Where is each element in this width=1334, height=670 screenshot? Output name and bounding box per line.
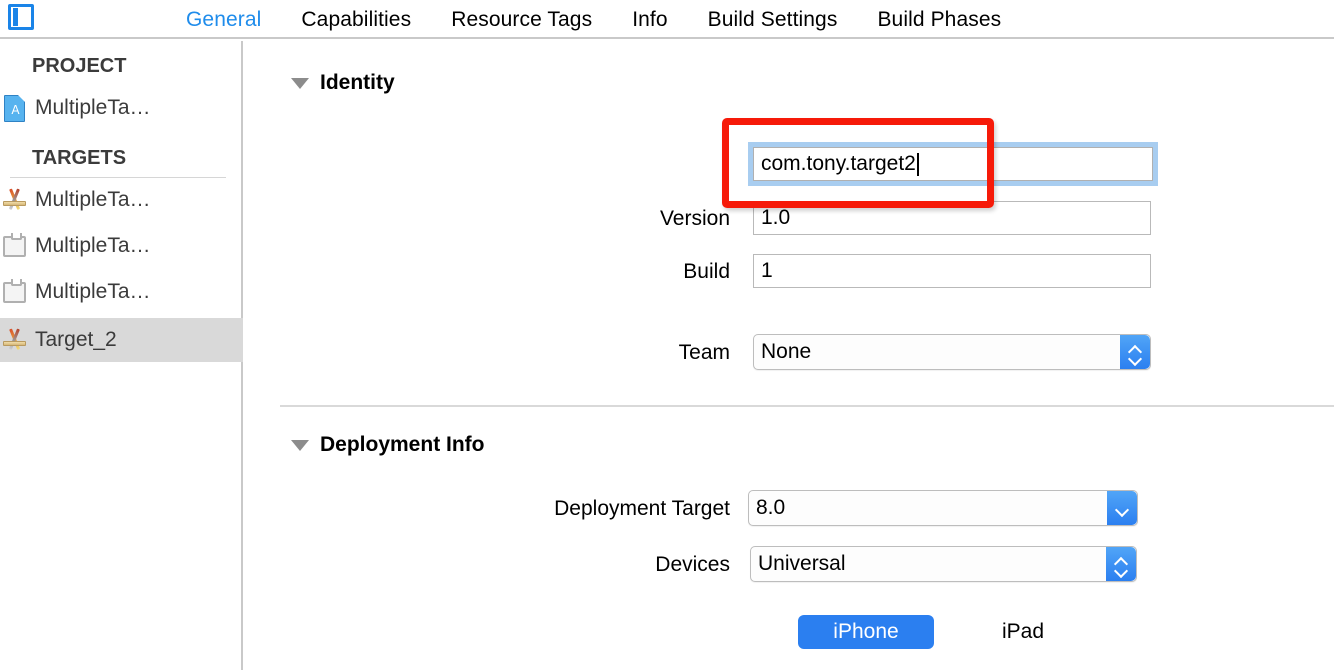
chevron-down-icon [1116,566,1127,572]
appstore-glyph: A [11,103,20,117]
tab-resource-tags[interactable]: Resource Tags [451,0,592,39]
deployment-target-value: 8.0 [756,496,786,519]
chevron-up-icon [1130,345,1141,351]
version-label: Version [659,207,730,230]
general-settings-pane: Identity Bundle Identifier com.tony.targ… [245,41,1334,670]
sidebar-item-target-2[interactable]: MultipleTa… [0,224,243,268]
target-app-icon [0,185,28,215]
section-divider [280,405,1334,407]
devices-stepper-button[interactable] [1106,547,1136,581]
section-title: Identity [320,71,395,94]
project-targets-sidebar: PROJECT A MultipleTa… TARGETS MultipleTa… [0,41,243,670]
navigator-toggle-icon[interactable] [8,4,34,30]
chevron-up-icon [1116,557,1127,563]
chevron-down-icon[interactable] [291,439,309,451]
sidebar-group-project: PROJECT [32,55,127,77]
build-label: Build [683,260,730,283]
row-build: Build [245,260,742,284]
target-bundle-icon [0,277,28,307]
chevron-down-icon [1130,354,1141,360]
device-button-iphone[interactable]: iPhone [798,615,934,649]
sidebar-item-target-3[interactable]: MultipleTa… [0,270,243,314]
sidebar-item-label: Target_2 [35,328,117,351]
team-popup[interactable]: None [753,334,1151,370]
sidebar-item-label: MultipleTa… [35,188,151,211]
row-deployment-target: Deployment Target [245,497,742,521]
row-devices: Devices [245,553,742,577]
target-app-icon [0,325,28,355]
section-title: Deployment Info [320,433,485,456]
target-bundle-icon [0,231,28,261]
deployment-target-label: Deployment Target [554,497,730,520]
text-cursor [916,152,919,176]
build-field[interactable]: 1 [753,254,1151,288]
team-value: None [761,340,812,363]
sidebar-group-targets: TARGETS [32,147,127,169]
tab-info[interactable]: Info [632,0,667,39]
section-header-deployment-info[interactable]: Deployment Info [291,433,485,457]
chevron-down-icon [1117,505,1128,511]
xcode-target-general-window: General Capabilities Resource Tags Info … [0,0,1334,670]
tab-build-phases[interactable]: Build Phases [877,0,1001,39]
devices-value: Universal [758,552,846,575]
project-document-icon: A [0,93,28,123]
sidebar-item-target-1[interactable]: MultipleTa… [0,178,243,222]
sidebar-item-target-2-selected[interactable]: Target_2 [0,318,243,362]
section-header-identity[interactable]: Identity [291,71,395,95]
deployment-target-dropdown-button[interactable] [1107,491,1137,525]
row-team: Team [245,341,742,365]
tab-list: General Capabilities Resource Tags Info … [186,0,1001,39]
version-field[interactable]: 1.0 [753,201,1151,235]
bundle-identifier-field[interactable]: com.tony.target2 [748,142,1158,186]
devices-label: Devices [655,553,730,576]
sidebar-item-label: MultipleTa… [35,96,151,119]
device-button-ipad[interactable]: iPad [968,615,1078,649]
devices-popup[interactable]: Universal [750,546,1137,582]
tab-build-settings[interactable]: Build Settings [708,0,838,39]
row-version: Version [245,207,742,231]
team-stepper-button[interactable] [1120,335,1150,369]
team-label: Team [678,341,730,364]
version-value: 1.0 [761,206,791,229]
deployment-target-combo[interactable]: 8.0 [748,490,1138,526]
navigator-toggle-pane [13,8,18,26]
sidebar-item-project-multipleta[interactable]: A MultipleTa… [0,86,243,130]
sidebar-item-label: MultipleTa… [35,234,151,257]
chevron-down-icon[interactable] [291,77,309,89]
tab-capabilities[interactable]: Capabilities [301,0,411,39]
bundle-identifier-value: com.tony.target2 [761,152,916,175]
tab-bar: General Capabilities Resource Tags Info … [0,0,1334,39]
sidebar-item-label: MultipleTa… [35,280,151,303]
build-value: 1 [761,259,773,282]
tab-general[interactable]: General [186,0,261,39]
